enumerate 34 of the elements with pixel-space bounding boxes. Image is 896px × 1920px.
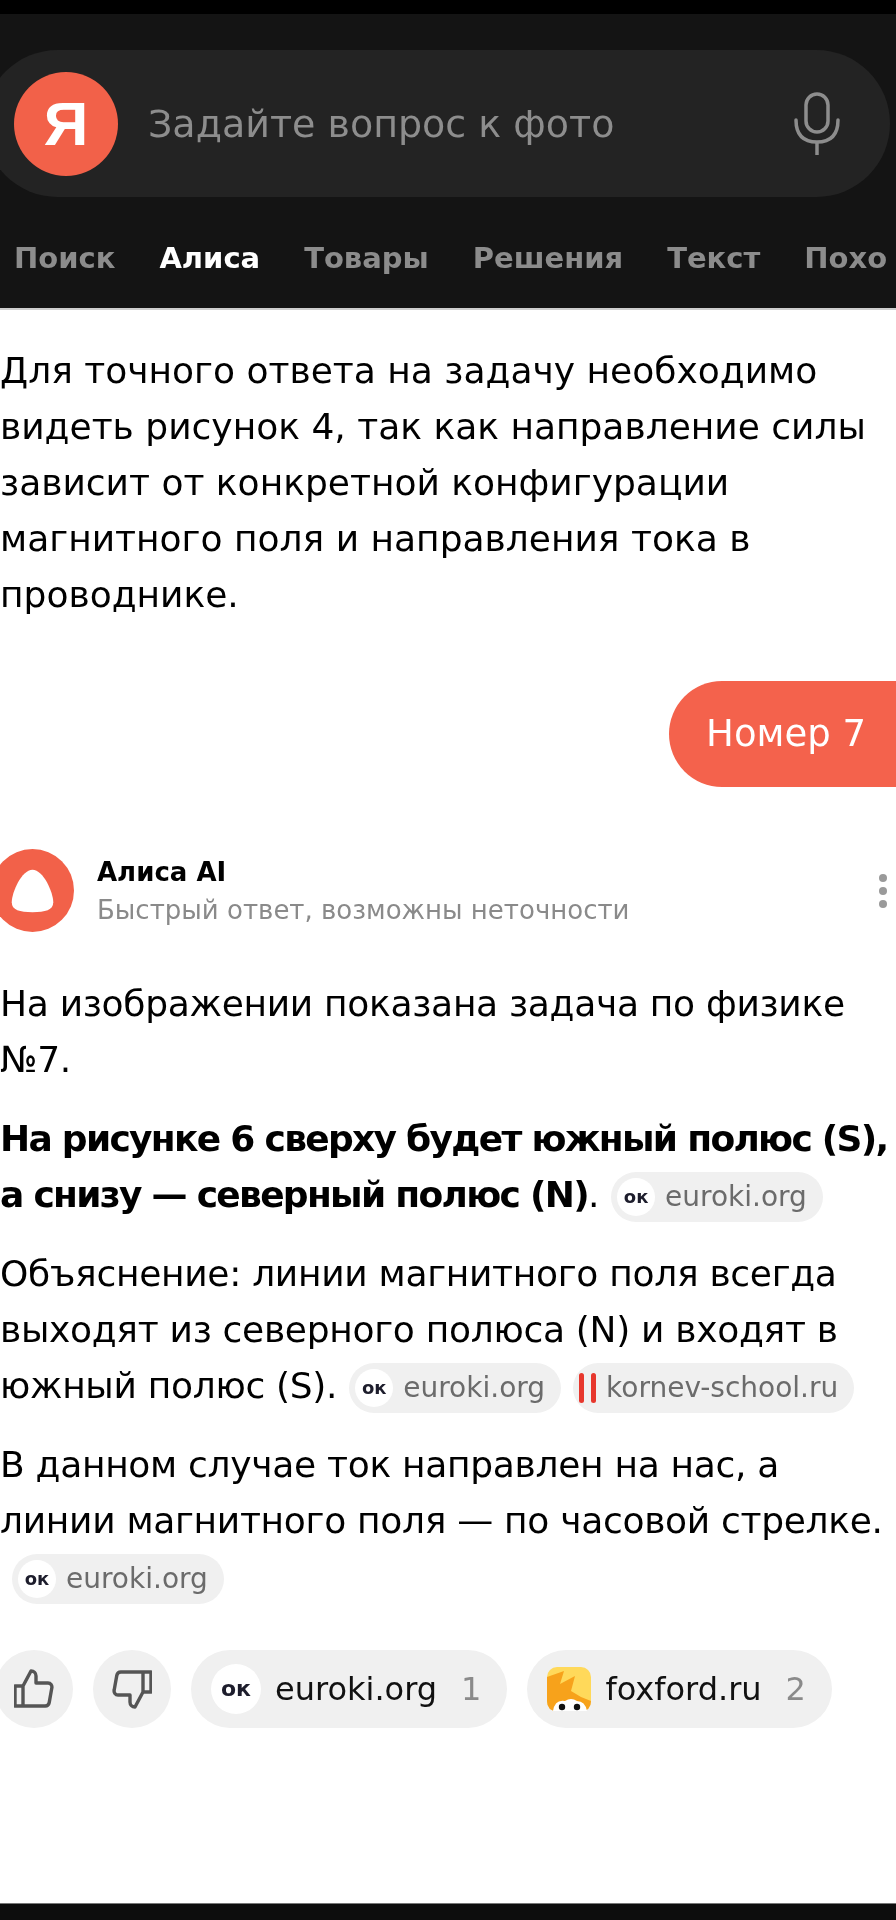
tab[interactable]: Решения — [472, 241, 624, 275]
bars-icon — [579, 1373, 597, 1403]
answer-paragraph: На изображении показана задача по физике №7. — [0, 982, 846, 1082]
fox-icon — [547, 1667, 592, 1711]
message-text: Для точного ответа на задачу необходимо видеть рисунок 4, так как направление силы зависит от конкретной конфигурации магнитного поля и направления тока в проводнике. — [0, 349, 867, 617]
thumbs-down-icon — [112, 1669, 152, 1709]
tab[interactable]: Текст — [667, 241, 761, 275]
tab[interactable]: Похо — [804, 241, 888, 275]
logo[interactable]: Я — [14, 71, 118, 176]
more-icon[interactable] — [878, 872, 888, 909]
site-logo: ок — [211, 1664, 261, 1714]
source-link[interactable]: ок euroki.org — [349, 1363, 562, 1413]
answer-paragraph: Объяснение: линии магнитного поля всегда выходят из северного полюса (N) и входят в южный полюс (S). ок euroki.org kornev-school.ru — [0, 1246, 896, 1414]
tab[interactable]: Алиса — [159, 241, 261, 275]
thumbs-up-icon — [14, 1669, 54, 1709]
microphone-icon[interactable] — [791, 91, 843, 156]
source-button[interactable]: ок euroki.org 1 — [191, 1650, 508, 1728]
site-logo: ок — [617, 1178, 656, 1216]
answer-paragraph: В данном случае ток направлен на нас, а линии магнитного поля — по часовой стрелке. ок euroki.org — [0, 1437, 896, 1605]
source-link[interactable]: ок euroki.org — [611, 1172, 823, 1222]
source-link[interactable]: kornev-school.ru — [573, 1363, 855, 1413]
author-name: Алиса AI — [97, 855, 227, 889]
answer-paragraph: На рисунке 6 сверху будет южный полюс (S), а снизу — северный полюс (N). ок euroki.org — [0, 1111, 896, 1223]
source-link[interactable]: ок euroki.org — [12, 1554, 224, 1604]
site-logo: ок — [18, 1560, 56, 1598]
source-button[interactable]: foxford.ru 2 — [527, 1650, 832, 1728]
tab[interactable]: Поиск — [14, 241, 116, 275]
ring-logo-icon — [0, 849, 74, 932]
user-message: Номер 7 — [669, 681, 896, 787]
answer-note: Быстрый ответ, возможны неточности — [97, 893, 630, 927]
search-bar[interactable]: Я Задайте вопрос к фото — [0, 50, 890, 197]
tab[interactable]: Товары — [304, 241, 429, 275]
search-field[interactable]: Задайте вопрос к фото — [148, 93, 771, 154]
site-logo: ок — [355, 1369, 394, 1407]
